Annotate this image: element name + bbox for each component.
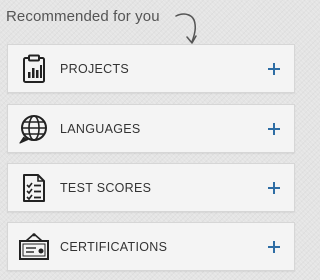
globe-speech-icon: [18, 113, 50, 145]
projects-label: PROJECTS: [60, 61, 130, 76]
recommended-title: Recommended for you: [6, 8, 160, 25]
languages-label: LANGUAGES: [60, 121, 141, 136]
plus-icon[interactable]: [268, 62, 280, 75]
plus-icon[interactable]: [268, 240, 280, 253]
projects-card[interactable]: PROJECTS: [7, 44, 295, 93]
certificate-icon: [18, 231, 50, 263]
plus-icon[interactable]: [268, 122, 280, 135]
test-scores-card[interactable]: TEST SCORES: [7, 163, 295, 212]
certifications-label: CERTIFICATIONS: [60, 239, 168, 254]
languages-card[interactable]: LANGUAGES: [7, 104, 295, 153]
curved-arrow-down-icon: [175, 13, 197, 44]
test-scores-label: TEST SCORES: [60, 180, 152, 195]
clipboard-chart-icon: [18, 53, 50, 85]
plus-icon[interactable]: [268, 181, 280, 194]
checklist-icon: [18, 172, 50, 204]
certifications-card[interactable]: CERTIFICATIONS: [7, 222, 295, 271]
